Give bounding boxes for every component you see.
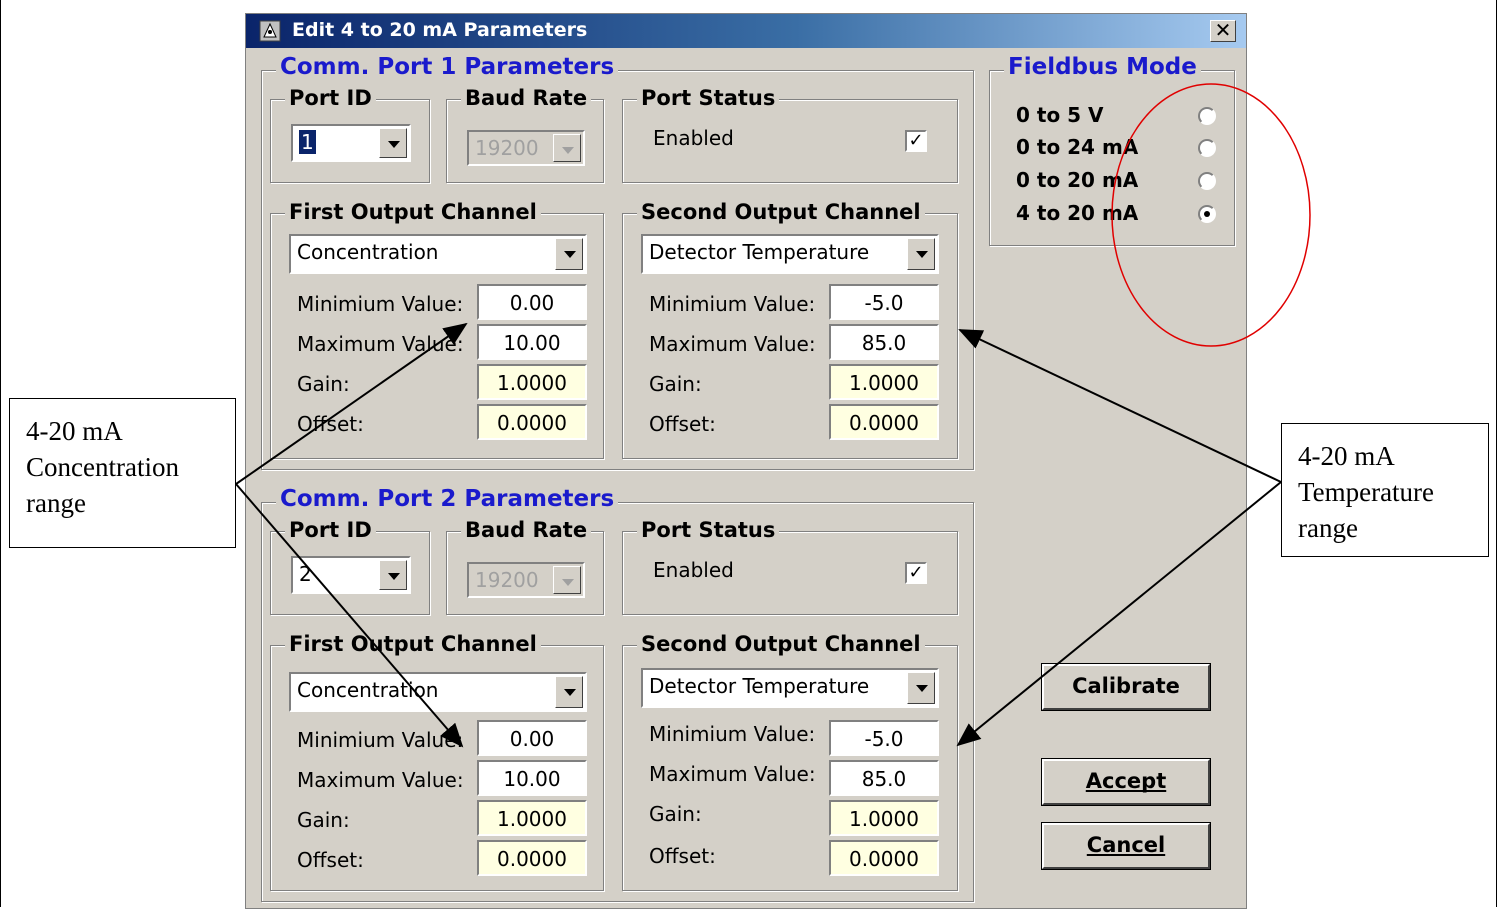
- arrow-to-port2-min: [235, 483, 464, 748]
- annotation-overlay: [235, 83, 1311, 748]
- red-highlight-ellipse: [1111, 83, 1311, 347]
- arrow-to-temp-max: [958, 329, 1282, 483]
- arrow-to-port1-max: [235, 322, 468, 485]
- arrow-to-temp-min: [956, 481, 1282, 747]
